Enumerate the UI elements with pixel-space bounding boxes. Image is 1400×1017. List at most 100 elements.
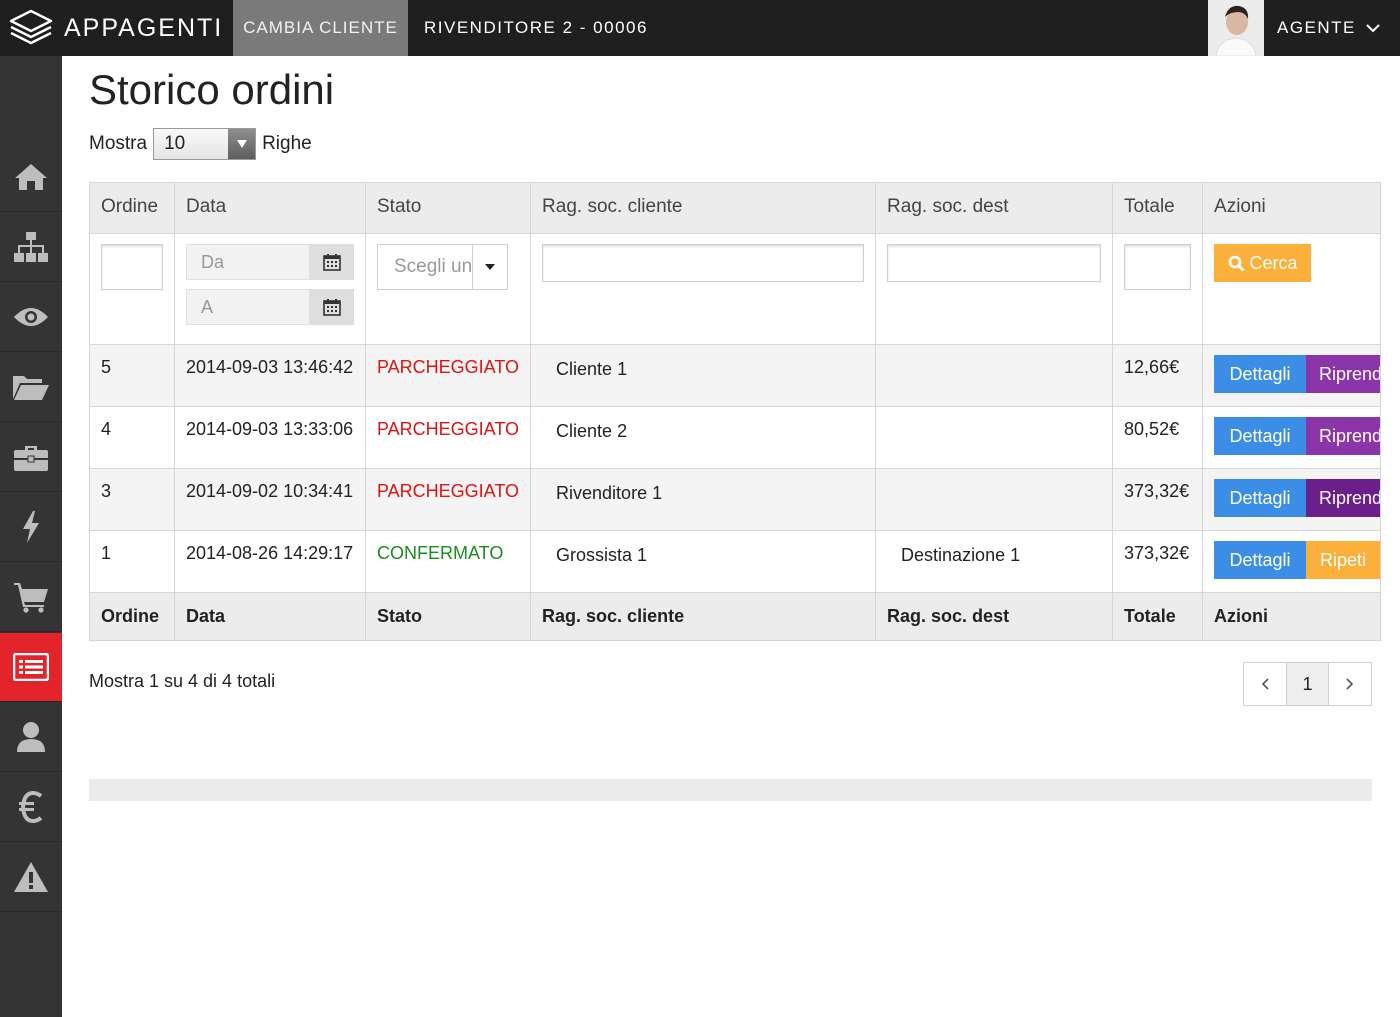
order-filter-input[interactable] (101, 244, 163, 290)
table-row: 3 2014-09-02 10:34:41 PARCHEGGIATO Riven… (89, 468, 1382, 531)
details-button[interactable]: Dettagli (1214, 479, 1307, 517)
caret-down-icon (472, 245, 507, 289)
shopping-cart-icon (14, 583, 48, 613)
resume-button[interactable]: Riprendi (1306, 479, 1381, 517)
column-header-destination[interactable]: Rag. soc. dest (875, 182, 1114, 234)
search-button[interactable]: Cerca (1214, 244, 1312, 282)
sitemap-icon (14, 232, 48, 262)
destination-filter-input[interactable] (887, 244, 1102, 282)
sidebar-item-cart[interactable] (0, 563, 62, 632)
current-reseller: RIVENDITORE 2 - 00006 (424, 18, 648, 37)
column-header-total[interactable]: Totale (1112, 182, 1204, 234)
euro-icon (19, 791, 43, 823)
brand-logo[interactable]: APPAGENTI (0, 0, 232, 56)
column-footer-status: Stato (364, 592, 532, 641)
rows-select[interactable]: 10 (153, 128, 257, 160)
column-footer-order: Ordine (89, 592, 175, 641)
chevron-down-icon (1366, 24, 1380, 33)
client-name: Cliente 2 (556, 421, 628, 441)
table-row: 1 2014-08-26 14:29:17 CONFERMATO Grossis… (89, 530, 1382, 593)
date-to-input[interactable]: A (186, 289, 310, 325)
column-footer-destination: Rag. soc. dest (875, 592, 1114, 641)
next-page-button[interactable] (1329, 663, 1371, 705)
user-icon (17, 722, 45, 752)
column-header-date[interactable]: Data (174, 182, 366, 234)
sidebar-item-catalog[interactable] (0, 353, 62, 422)
details-button[interactable]: Dettagli (1214, 417, 1307, 455)
details-button[interactable]: Dettagli (1214, 355, 1307, 393)
chevron-right-icon (1346, 678, 1354, 690)
sidebar-item-quick[interactable] (0, 493, 62, 562)
resume-button[interactable]: Riprendi (1306, 355, 1381, 393)
column-footer-date: Data (174, 592, 366, 641)
column-header-client[interactable]: Rag. soc. cliente (530, 182, 877, 234)
sidebar-item-structure[interactable] (0, 213, 62, 282)
order-date: 2014-09-02 10:34:41 (174, 468, 366, 531)
total-filter-input[interactable] (1124, 244, 1192, 290)
order-status: CONFERMATO (364, 530, 532, 593)
destination-name (887, 371, 901, 373)
rows-select-value: 10 (164, 133, 186, 154)
order-date: 2014-09-03 13:46:42 (174, 344, 366, 407)
order-number: 5 (89, 344, 175, 407)
orders-table: Ordine Data Stato Rag. soc. cliente Rag.… (89, 182, 1382, 641)
date-from-field[interactable]: Da (186, 244, 354, 280)
sidebar (0, 56, 62, 1017)
list-icon (13, 653, 49, 681)
order-date: 2014-09-03 13:33:06 (174, 406, 366, 469)
sidebar-item-alerts[interactable] (0, 843, 62, 912)
resume-button[interactable]: Riprendi (1306, 417, 1381, 455)
sidebar-item-home[interactable] (0, 143, 62, 212)
details-button[interactable]: Dettagli (1214, 541, 1307, 579)
user-photo-icon (1208, 0, 1264, 56)
date-from-input[interactable]: Da (186, 244, 310, 280)
order-total: 80,52€ (1112, 406, 1204, 469)
client-name: Rivenditore 1 (556, 483, 663, 503)
change-client-button[interactable]: CAMBIA CLIENTE (233, 0, 408, 56)
order-status: PARCHEGGIATO (364, 468, 532, 531)
sidebar-item-orders[interactable] (0, 633, 62, 702)
eye-icon (14, 308, 48, 326)
sidebar-item-business[interactable] (0, 423, 62, 492)
sidebar-item-finance[interactable] (0, 773, 62, 842)
column-footer-client: Rag. soc. cliente (530, 592, 877, 641)
user-name: AGENTE (1277, 18, 1356, 37)
order-total: 12,66€ (1112, 344, 1204, 407)
caret-down-icon (228, 129, 256, 159)
table-header-row: Ordine Data Stato Rag. soc. cliente Rag.… (89, 182, 1382, 234)
user-menu[interactable]: AGENTE (1277, 0, 1380, 56)
order-number: 1 (89, 530, 175, 593)
show-label: Mostra (89, 133, 148, 154)
status-filter-select[interactable]: Scegli un (377, 244, 508, 290)
date-to-field[interactable]: A (186, 289, 354, 325)
order-status: PARCHEGGIATO (364, 406, 532, 469)
sidebar-item-view[interactable] (0, 283, 62, 352)
column-header-actions: Azioni (1202, 182, 1382, 234)
client-name: Cliente 1 (556, 359, 628, 379)
client-filter-input[interactable] (542, 244, 865, 282)
search-button-label: Cerca (1249, 252, 1298, 273)
brand-name: APPAGENTI (64, 13, 224, 42)
home-icon (15, 164, 47, 190)
page-number[interactable]: 1 (1286, 663, 1329, 705)
sidebar-item-profile[interactable] (0, 703, 62, 772)
status-filter-placeholder: Scegli un (394, 256, 472, 277)
previous-page-button[interactable] (1244, 663, 1286, 705)
calendar-icon[interactable] (310, 244, 354, 280)
column-header-order[interactable]: Ordine (89, 182, 175, 234)
destination-name: Destinazione 1 (901, 545, 1021, 565)
avatar[interactable] (1208, 0, 1264, 56)
bottom-divider (89, 779, 1372, 801)
order-total: 373,32€ (1112, 530, 1204, 593)
column-header-status[interactable]: Stato (364, 182, 532, 234)
repeat-button[interactable]: Ripeti (1306, 541, 1381, 579)
folder-open-icon (13, 376, 49, 400)
calendar-icon[interactable] (310, 289, 354, 325)
bolt-icon (23, 511, 39, 543)
order-total: 373,32€ (1112, 468, 1204, 531)
warning-icon (14, 862, 48, 892)
column-footer-actions: Azioni (1202, 592, 1382, 641)
table-row: 4 2014-09-03 13:33:06 PARCHEGGIATO Clien… (89, 406, 1382, 469)
layers-logo-icon (9, 9, 53, 45)
destination-name (887, 495, 901, 497)
